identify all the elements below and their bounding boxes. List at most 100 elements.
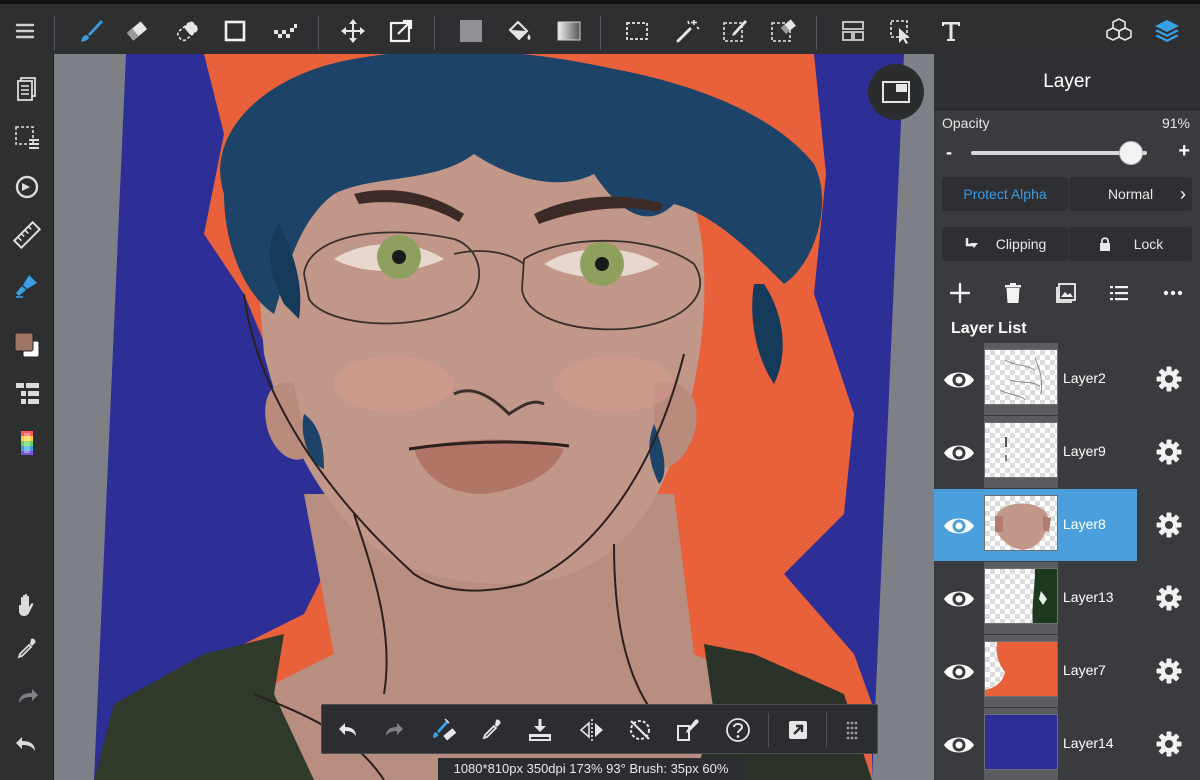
color-swatch-icon[interactable] xyxy=(6,324,48,366)
hand-icon[interactable] xyxy=(6,584,48,626)
left-sidebar xyxy=(0,54,54,780)
bottom-tool-dock xyxy=(321,704,878,754)
selection-menu-icon[interactable] xyxy=(6,116,48,158)
fill-color-icon[interactable] xyxy=(450,8,492,54)
layer-name: Layer13 xyxy=(1063,589,1114,605)
help-icon[interactable] xyxy=(718,709,758,751)
eye-icon[interactable] xyxy=(942,436,976,470)
lock-button[interactable]: Lock xyxy=(1069,227,1192,261)
brush-list-icon[interactable] xyxy=(6,372,48,414)
panel-title: Layer xyxy=(934,54,1200,110)
protect-alpha-button[interactable]: Protect Alpha xyxy=(942,177,1068,211)
layer-row[interactable]: Layer7 xyxy=(934,635,1200,707)
lock-icon xyxy=(1099,237,1110,251)
frame-icon[interactable] xyxy=(832,8,874,54)
materials-icon[interactable] xyxy=(1098,8,1140,54)
rotate-canvas-icon[interactable] xyxy=(6,166,48,208)
pages-icon[interactable] xyxy=(6,68,48,110)
layer-row-selected[interactable]: Layer8 xyxy=(934,489,1200,561)
window-icon xyxy=(882,81,910,103)
layer-name: Layer14 xyxy=(1063,735,1114,751)
layer-row[interactable]: Layer2 xyxy=(934,343,1200,415)
undo-icon[interactable] xyxy=(328,709,368,751)
eye-icon[interactable] xyxy=(942,728,976,762)
layer-thumbnail xyxy=(984,714,1058,770)
layer-panel: Layer Opacity 91% - + Protect Alpha Norm… xyxy=(934,54,1200,780)
ruler-icon[interactable] xyxy=(6,214,48,256)
transform-icon[interactable] xyxy=(380,8,422,54)
eye-icon[interactable] xyxy=(942,655,976,689)
eyedropper-icon[interactable] xyxy=(6,628,48,670)
edit-layer-icon[interactable] xyxy=(668,709,708,751)
shape-icon[interactable] xyxy=(214,8,256,54)
layer-row[interactable]: Layer14 xyxy=(934,708,1200,780)
select-icon[interactable] xyxy=(616,8,658,54)
dock-separator xyxy=(826,713,827,747)
gear-icon[interactable] xyxy=(1152,362,1186,396)
trash-icon[interactable] xyxy=(996,276,1030,310)
gear-icon[interactable] xyxy=(1152,435,1186,469)
share-icon[interactable] xyxy=(778,709,818,751)
blend-mode-label: Normal xyxy=(1107,186,1154,202)
canvas-status-bar: 1080*810px 350dpi 173% 93° Brush: 35px 6… xyxy=(438,758,744,780)
lasso-icon[interactable] xyxy=(880,8,922,54)
gear-icon[interactable] xyxy=(1152,581,1186,615)
select-pen-icon[interactable] xyxy=(714,8,756,54)
more-options-icon[interactable] xyxy=(1156,276,1190,310)
pen-brush-icon[interactable] xyxy=(6,264,48,306)
eye-icon[interactable] xyxy=(942,509,976,543)
layer-thumbnail xyxy=(984,568,1058,624)
add-layer-icon[interactable] xyxy=(943,276,977,310)
layer-name: Layer8 xyxy=(1063,516,1106,532)
lock-label: Lock xyxy=(1133,236,1164,252)
toolbar-separator xyxy=(816,16,817,50)
color-palette-icon[interactable] xyxy=(6,422,48,464)
menu-icon[interactable] xyxy=(4,8,46,54)
protect-alpha-label: Protect Alpha xyxy=(963,186,1047,202)
dropper-icon[interactable] xyxy=(472,709,512,751)
gear-icon[interactable] xyxy=(1152,508,1186,542)
opacity-slider[interactable] xyxy=(971,141,1147,165)
redo-side-icon[interactable] xyxy=(6,676,48,718)
dock-grip-icon[interactable] xyxy=(832,709,872,751)
clipping-label: Clipping xyxy=(995,236,1047,252)
layer-list-icon[interactable] xyxy=(1102,276,1136,310)
artwork-illustration xyxy=(94,54,904,780)
gradient-icon[interactable] xyxy=(548,8,590,54)
layer-row[interactable]: Layer13 xyxy=(934,562,1200,634)
flip-horizontal-icon[interactable] xyxy=(572,709,612,751)
eye-icon[interactable] xyxy=(942,582,976,616)
drawing-canvas[interactable]: 1080*810px 350dpi 173% 93° Brush: 35px 6… xyxy=(54,54,934,780)
top-toolbar xyxy=(0,0,1200,54)
brush-eraser-toggle-icon[interactable] xyxy=(424,709,464,751)
gear-icon[interactable] xyxy=(1152,727,1186,761)
layer-thumbnail xyxy=(984,422,1058,478)
dot-icon[interactable] xyxy=(264,8,306,54)
blur-icon[interactable] xyxy=(166,8,208,54)
layer-image-icon[interactable] xyxy=(1049,276,1083,310)
redo-icon[interactable] xyxy=(374,709,414,751)
opacity-slider-thumb[interactable] xyxy=(1119,141,1144,165)
bucket-icon[interactable] xyxy=(498,8,540,54)
rotate-reset-icon[interactable] xyxy=(620,709,660,751)
move-icon[interactable] xyxy=(332,8,374,54)
opacity-value: 91% xyxy=(1161,115,1190,131)
toolbar-separator xyxy=(54,16,55,50)
layers-icon[interactable] xyxy=(1146,8,1188,54)
blend-mode-select[interactable]: Normal › xyxy=(1069,177,1192,211)
eye-icon[interactable] xyxy=(942,363,976,397)
layer-row[interactable]: Layer9 xyxy=(934,416,1200,488)
gear-icon[interactable] xyxy=(1152,654,1186,688)
magic-wand-icon[interactable] xyxy=(666,8,708,54)
save-download-icon[interactable] xyxy=(520,709,560,751)
undo-side-icon[interactable] xyxy=(6,724,48,766)
toolbar-separator xyxy=(434,16,435,50)
clipping-button[interactable]: Clipping xyxy=(942,227,1068,261)
view-toggle-button[interactable] xyxy=(868,64,924,120)
eraser-icon[interactable] xyxy=(116,8,158,54)
opacity-plus-button[interactable]: + xyxy=(1178,140,1190,163)
opacity-minus-button[interactable]: - xyxy=(946,142,952,163)
brush-icon[interactable] xyxy=(70,8,112,54)
text-icon[interactable] xyxy=(930,8,972,54)
select-eraser-icon[interactable] xyxy=(762,8,804,54)
